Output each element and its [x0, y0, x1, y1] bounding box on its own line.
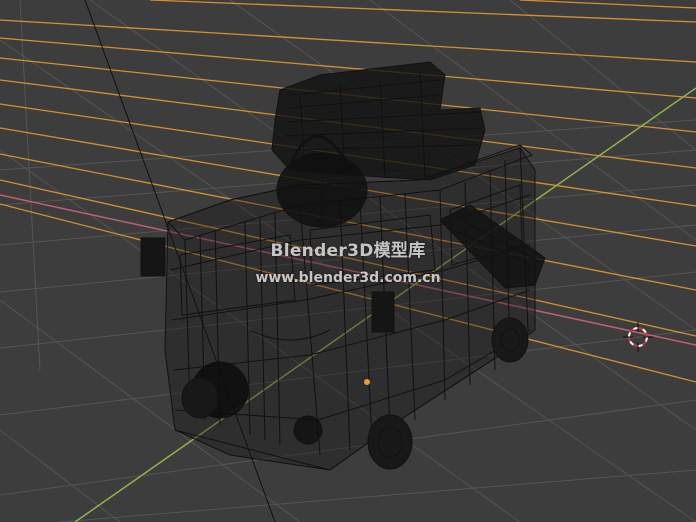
- van-wireframe-icon[interactable]: [140, 61, 546, 471]
- viewport-canvas: [0, 0, 696, 522]
- object-origin-icon[interactable]: [364, 379, 370, 385]
- 3d-viewport[interactable]: Blender3D模型库 www.blender3d.com.cn: [0, 0, 696, 522]
